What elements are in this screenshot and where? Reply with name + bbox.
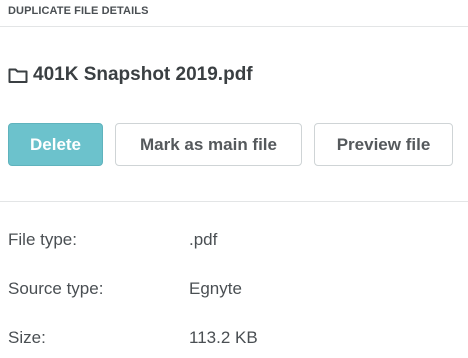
panel-title: DUPLICATE FILE DETAILS [8,5,149,17]
action-buttons: Delete Mark as main file Preview file [8,123,453,166]
file-type-label: File type: [8,229,77,249]
source-type-value: Egnyte [189,278,242,298]
size-value: 113.2 KB [189,327,258,347]
folder-icon [8,66,28,84]
file-type-value: .pdf [189,229,218,249]
size-label: Size: [8,327,46,347]
divider [0,201,468,202]
detail-row-file-type: File type: .pdf [8,227,258,252]
detail-row-source-type: Source type: Egnyte [8,276,258,301]
source-type-label: Source type: [8,278,104,298]
detail-row-size: Size: 113.2 KB [8,325,258,350]
file-details: File type: .pdf Source type: Egnyte Size… [8,227,258,350]
panel-header: DUPLICATE FILE DETAILS [0,0,468,27]
file-name: 401K Snapshot 2019.pdf [33,64,253,85]
mark-as-main-file-button[interactable]: Mark as main file [115,123,302,166]
preview-file-button[interactable]: Preview file [314,123,453,166]
delete-button[interactable]: Delete [8,123,103,166]
file-title-row: 401K Snapshot 2019.pdf [8,63,253,87]
